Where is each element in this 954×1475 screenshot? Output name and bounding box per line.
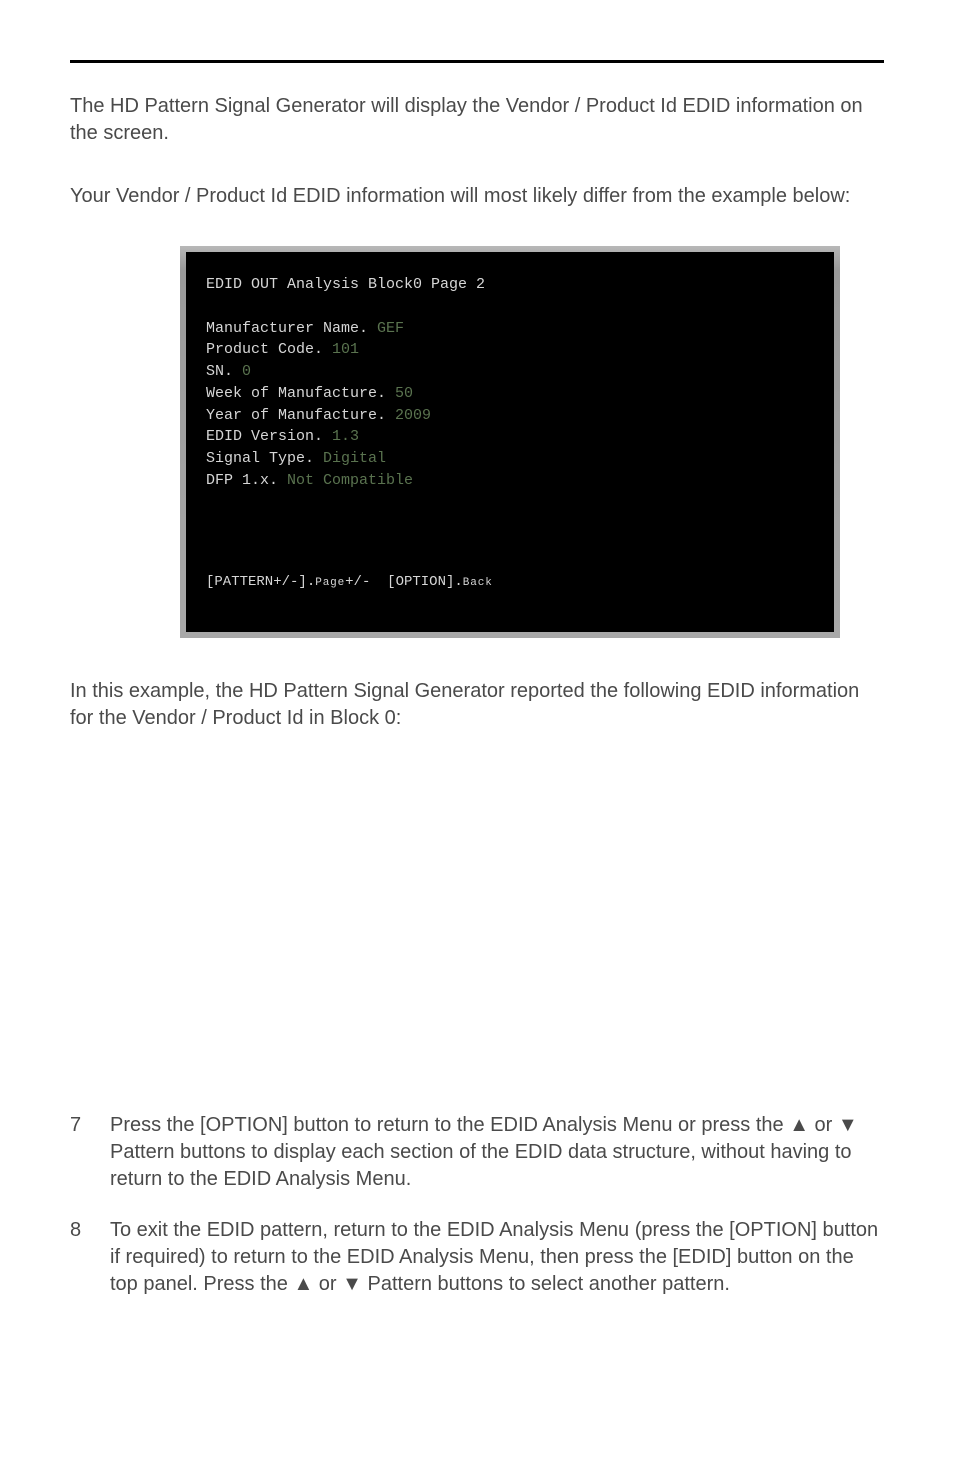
terminal-footer-part: [PATTERN+/-]. [206, 574, 315, 590]
step-number: 8 [70, 1217, 110, 1298]
terminal-footer-part: Back [463, 577, 493, 589]
terminal-footer: [PATTERN+/-].Page+/- [OPTION].Back [206, 572, 814, 592]
terminal-footer-part: +/- [345, 574, 370, 590]
terminal-title: EDID OUT Analysis Block0 Page 2 [206, 276, 485, 293]
intro-paragraph-2: Your Vendor / Product Id EDID informatio… [70, 183, 884, 210]
terminal-row: Manufacturer Name. GEF [206, 320, 404, 337]
terminal-row-label: Week of Manufacture. [206, 385, 395, 402]
terminal-row: Year of Manufacture. 2009 [206, 407, 431, 424]
terminal-row-value: 1.3 [332, 428, 359, 445]
terminal-row-label: SN. [206, 363, 242, 380]
step-text: To exit the EDID pattern, return to the … [110, 1217, 884, 1298]
terminal-row-value: 0 [242, 363, 251, 380]
terminal-row: Week of Manufacture. 50 [206, 385, 413, 402]
terminal-row-label: Manufacturer Name. [206, 320, 377, 337]
terminal-row-value: GEF [377, 320, 404, 337]
terminal-row: SN. 0 [206, 363, 251, 380]
page-top-rule [70, 60, 884, 63]
terminal-row: Product Code. 101 [206, 341, 359, 358]
terminal-row-value: Digital [323, 450, 386, 467]
step-number: 7 [70, 1112, 110, 1193]
after-paragraph: In this example, the HD Pattern Signal G… [70, 678, 884, 732]
terminal-footer-part: Page [315, 577, 345, 589]
terminal-row-value: 2009 [395, 407, 431, 424]
steps-list: 7 Press the [OPTION] button to return to… [70, 1112, 884, 1298]
terminal-row: DFP 1.x. Not Compatible [206, 472, 413, 489]
terminal-row-label: Signal Type. [206, 450, 323, 467]
terminal-row-value: Not Compatible [287, 472, 413, 489]
terminal-row: Signal Type. Digital [206, 450, 386, 467]
intro-paragraph-1: The HD Pattern Signal Generator will dis… [70, 93, 884, 147]
terminal-footer-part: [OPTION]. [370, 574, 462, 590]
list-item: 8 To exit the EDID pattern, return to th… [70, 1217, 884, 1298]
terminal-row-label: DFP 1.x. [206, 472, 287, 489]
terminal-row: EDID Version. 1.3 [206, 428, 359, 445]
terminal-bezel: EDID OUT Analysis Block0 Page 2 Manufact… [180, 246, 840, 638]
list-item: 7 Press the [OPTION] button to return to… [70, 1112, 884, 1193]
terminal-row-label: Product Code. [206, 341, 332, 358]
terminal-row-label: EDID Version. [206, 428, 332, 445]
step-text: Press the [OPTION] button to return to t… [110, 1112, 884, 1193]
terminal-row-value: 50 [395, 385, 413, 402]
terminal-row-value: 101 [332, 341, 359, 358]
terminal-screenshot: EDID OUT Analysis Block0 Page 2 Manufact… [180, 246, 840, 638]
terminal-row-label: Year of Manufacture. [206, 407, 395, 424]
terminal-screen: EDID OUT Analysis Block0 Page 2 Manufact… [186, 252, 834, 632]
